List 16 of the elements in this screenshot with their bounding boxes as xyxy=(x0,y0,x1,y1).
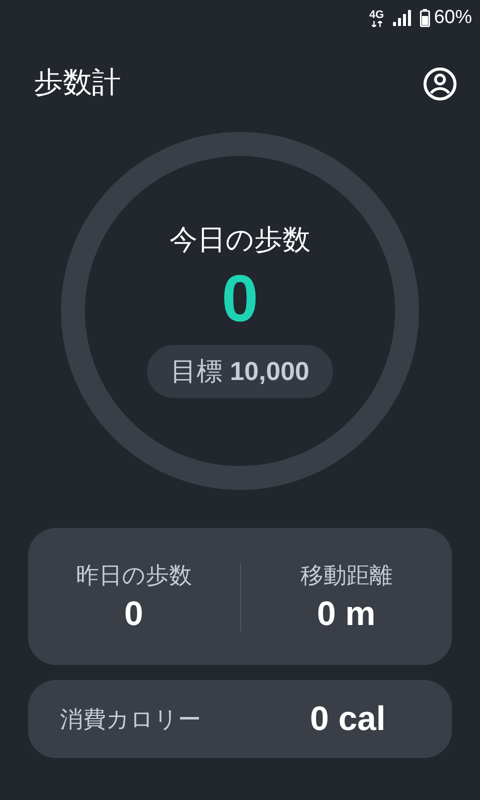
battery-percent: 60% xyxy=(434,6,472,30)
stat-label: 昨日の歩数 xyxy=(76,561,192,590)
data-arrows-icon xyxy=(370,20,383,26)
signal-icon xyxy=(392,10,412,26)
app-title: 歩数計 xyxy=(34,66,121,102)
today-steps-label: 今日の歩数 xyxy=(170,222,310,256)
calories-value: 0 cal xyxy=(310,698,386,740)
goal-badge: 目標 10,000 xyxy=(146,344,334,398)
calories-label: 消費カロリー xyxy=(60,704,202,734)
stat-value: 0 m xyxy=(316,594,376,634)
today-steps-value: 0 xyxy=(222,264,258,330)
network-type: 4G xyxy=(369,10,384,20)
account-icon[interactable] xyxy=(422,66,458,102)
stat-value: 0 xyxy=(124,594,144,634)
stat-label: 移動距離 xyxy=(300,561,392,590)
battery-icon xyxy=(420,9,430,27)
